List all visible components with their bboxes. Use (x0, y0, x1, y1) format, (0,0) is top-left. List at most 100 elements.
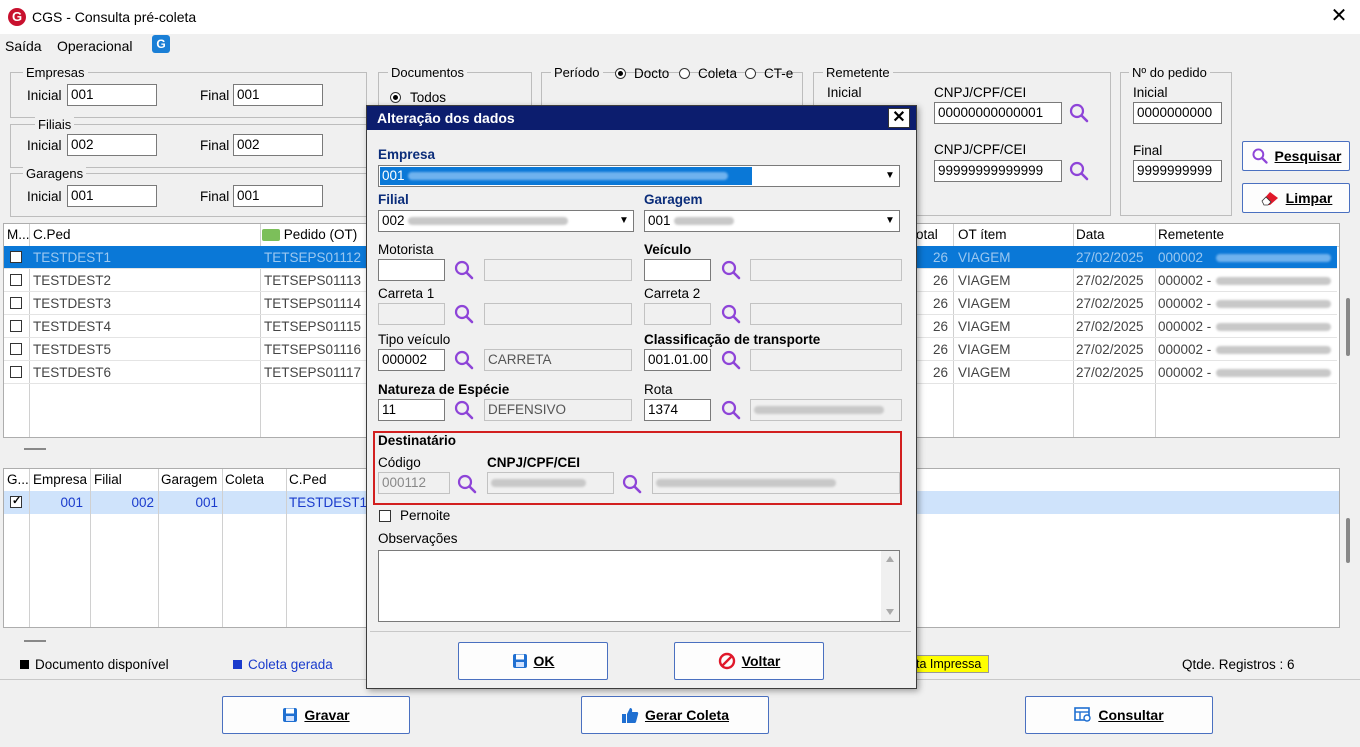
col-empresa[interactable]: Empresa (30, 469, 90, 491)
periodo-cte-radio[interactable] (745, 68, 756, 79)
col-filial[interactable]: Filial (91, 469, 158, 491)
search-rota-icon[interactable] (720, 399, 742, 421)
order-row-data: 27/02/2025 (1076, 365, 1144, 380)
garagem-inicial-input[interactable]: 001 (67, 185, 157, 207)
pesquisar-button[interactable]: Pesquisar (1242, 141, 1350, 171)
garagem-final-input[interactable]: 001 (233, 185, 323, 207)
order-row-checkbox[interactable] (10, 320, 22, 332)
col-g[interactable]: G... (4, 469, 30, 491)
app-logo-icon: G (8, 8, 26, 26)
order-row-ot-item: VIAGEM (958, 296, 1011, 311)
carreta2-code-input[interactable] (644, 303, 711, 325)
limpar-button[interactable]: Limpar (1242, 183, 1350, 213)
grid-splitter[interactable] (24, 448, 46, 450)
menu-operacional[interactable]: Operacional (57, 38, 133, 54)
orders-grid-scrollbar[interactable] (1340, 223, 1356, 436)
pernoite-checkbox[interactable] (379, 510, 391, 522)
search-classificacao-icon[interactable] (720, 349, 742, 371)
filial-inicial-input[interactable]: 002 (67, 134, 157, 156)
search-remetente-2-icon[interactable] (1068, 160, 1090, 182)
col-data[interactable]: Data (1073, 224, 1155, 246)
chevron-down-icon[interactable]: ▼ (615, 211, 633, 231)
pesquisar-label: Pesquisar (1274, 148, 1342, 164)
observacoes-label: Observações (378, 531, 458, 546)
ok-button[interactable]: OK (458, 642, 608, 680)
rota-label: Rota (644, 382, 673, 397)
impressa-badge: ta Impressa (913, 655, 989, 673)
dialog-close-icon[interactable]: ✕ (888, 108, 910, 128)
col-cped-bottom[interactable]: C.Ped (286, 469, 366, 491)
order-row-checkbox[interactable] (10, 297, 22, 309)
search-veiculo-icon[interactable] (720, 259, 742, 281)
destinatario-cnpj-input[interactable] (487, 472, 614, 494)
motorista-code-input[interactable] (378, 259, 445, 281)
observacoes-scrollbar[interactable] (881, 551, 899, 621)
rota-code-input[interactable]: 1374 (644, 399, 711, 421)
tipo-veiculo-code-input[interactable]: 000002 (378, 349, 445, 371)
pedido-final-input[interactable]: 9999999999 (1133, 160, 1222, 182)
order-row-checkbox[interactable] (10, 251, 22, 263)
remetente-cnpj-input-1[interactable]: 00000000000001 (934, 102, 1062, 124)
col-garagem[interactable]: Garagem (158, 469, 222, 491)
coleta-grid-scrollbar[interactable] (1340, 468, 1356, 626)
col-ot-item[interactable]: OT ítem (955, 224, 1073, 246)
periodo-docto-radio[interactable] (615, 68, 626, 79)
empresa-final-input[interactable]: 001 (233, 84, 323, 106)
col-total[interactable]: otal (913, 224, 953, 246)
filial-combo[interactable]: 002 ▼ (378, 210, 634, 232)
col-m[interactable]: M... (4, 224, 30, 246)
empresa-inicial-input[interactable]: 001 (67, 84, 157, 106)
remetente-cnpj-input-2[interactable]: 99999999999999 (934, 160, 1062, 182)
empresa-combo[interactable]: 001 ▼ (378, 165, 900, 187)
menu-saida[interactable]: Saída (5, 38, 42, 54)
order-row-checkbox[interactable] (10, 366, 22, 378)
search-tipo-veiculo-icon[interactable] (453, 349, 475, 371)
search-natureza-icon[interactable] (453, 399, 475, 421)
order-row-checkbox[interactable] (10, 343, 22, 355)
filial-final-input[interactable]: 002 (233, 134, 323, 156)
voltar-button[interactable]: Voltar (674, 642, 824, 680)
natureza-code-input[interactable]: 11 (378, 399, 445, 421)
search-carreta1-icon[interactable] (453, 303, 475, 325)
consultar-button[interactable]: Consultar (1025, 696, 1213, 734)
col-coleta[interactable]: Coleta (222, 469, 286, 491)
col-pedido[interactable]: Pedido (OT) (260, 224, 380, 246)
coleta-row-checkbox[interactable]: ✓ (10, 495, 22, 508)
search-motorista-icon[interactable] (453, 259, 475, 281)
order-row-remetente: 000002 (1158, 250, 1204, 265)
cgs-menu-icon[interactable]: G (152, 35, 170, 53)
order-row-checkbox[interactable] (10, 274, 22, 286)
order-row-total: 26 (932, 273, 948, 288)
search-destinatario-cnpj-icon[interactable] (621, 473, 643, 495)
close-window-icon[interactable]: ✕ (1328, 5, 1350, 27)
order-row-ot-item: VIAGEM (958, 365, 1011, 380)
order-row-cped: TESTDEST1 (33, 250, 112, 265)
tipo-veiculo-desc-field: CARRETA (484, 349, 632, 371)
pedido-inicial-input[interactable]: 0000000000 (1133, 102, 1222, 124)
garagem-combo[interactable]: 001 ▼ (644, 210, 900, 232)
order-row-ot-item: VIAGEM (958, 319, 1011, 334)
gerar-coleta-button[interactable]: Gerar Coleta (581, 696, 769, 734)
documento-disponivel-swatch (20, 660, 29, 669)
col-cped[interactable]: C.Ped (30, 224, 260, 246)
carreta1-code-input[interactable] (378, 303, 445, 325)
gravar-button[interactable]: Gravar (222, 696, 410, 734)
observacoes-textarea[interactable] (378, 550, 900, 622)
documentos-todos-radio[interactable] (390, 92, 401, 103)
garagens-legend: Garagens (23, 166, 87, 181)
tipo-veiculo-label: Tipo veículo (378, 332, 451, 347)
chevron-down-icon[interactable]: ▼ (881, 211, 899, 231)
classificacao-code-input[interactable]: 001.01.00 (644, 349, 711, 371)
search-remetente-1-icon[interactable] (1068, 102, 1090, 124)
periodo-coleta-radio[interactable] (679, 68, 690, 79)
veiculo-code-input[interactable] (644, 259, 711, 281)
order-row-remetente-redacted (1216, 323, 1331, 331)
col-remetente[interactable]: Remetente (1155, 224, 1335, 246)
periodo-docto-label: Docto (634, 66, 670, 81)
search-carreta2-icon[interactable] (720, 303, 742, 325)
order-row-total: 26 (932, 365, 948, 380)
destinatario-codigo-input[interactable]: 000112 (378, 472, 450, 494)
search-destinatario-codigo-icon[interactable] (456, 473, 478, 495)
chevron-down-icon[interactable]: ▼ (881, 166, 899, 186)
pernoite-label: Pernoite (400, 508, 451, 523)
